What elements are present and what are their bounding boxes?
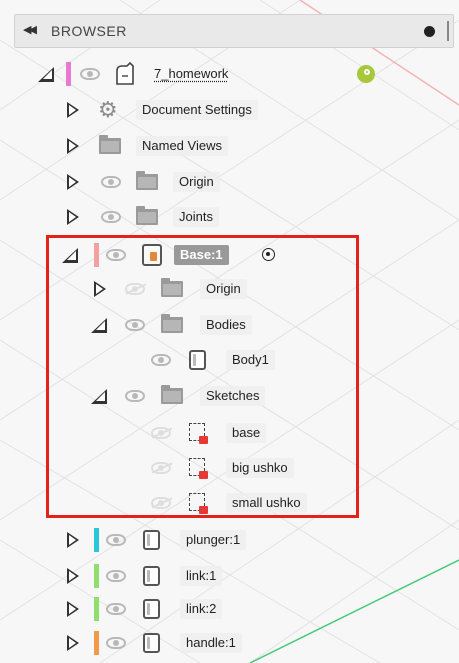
visibility-eye-icon[interactable] [101,176,121,188]
tree-item-document-settings[interactable]: ⚙ Document Settings [0,95,459,125]
tree-item-body1[interactable]: Body1 [0,345,459,375]
component-color-tag [94,564,99,588]
tree-item-label: handle:1 [180,633,242,653]
tree-item-label: Sketches [200,386,266,406]
visibility-eye-icon[interactable] [106,637,126,649]
visibility-hidden-icon[interactable] [151,427,171,439]
tree-item-plunger[interactable]: plunger:1 [0,525,459,555]
tree-item-root[interactable]: 7_homework [0,59,459,89]
body-icon [143,633,160,653]
expand-toggle-icon[interactable] [91,318,107,333]
resize-handle[interactable] [447,21,449,41]
collapse-toggle-icon[interactable] [67,209,79,225]
folder-icon [161,385,183,404]
tree-item-label: plunger:1 [180,530,247,550]
tree-item-origin[interactable]: Origin [0,167,459,197]
body-icon [143,530,160,550]
gear-icon: ⚙ [98,97,118,122]
browser-header: ◀◀ BROWSER [14,14,454,48]
folder-icon [161,278,183,297]
browser-panel: ◀◀ BROWSER 7_homework ⚙ Document Setting… [0,0,459,663]
tree-item-label: Joints [173,207,219,227]
component-icon [142,244,162,266]
tree-item-label: big ushko [226,458,294,478]
tree-item-label: Bodies [200,315,252,335]
sketch-icon [189,493,208,514]
visibility-hidden-icon[interactable] [125,283,145,295]
tree-item-label: Origin [200,279,247,299]
tree-item-label: small ushko [226,493,307,513]
tree-item-base[interactable]: Base:1 [0,240,459,270]
tree-item-label: Document Settings [136,100,258,120]
collapse-toggle-icon[interactable] [67,635,79,651]
tree-item-label: link:2 [180,599,223,619]
expand-toggle-icon[interactable] [62,248,78,263]
tree-item-joints[interactable]: Joints [0,202,459,232]
tree-item-label: Origin [173,172,220,192]
tree-item-link-1[interactable]: link:1 [0,561,459,591]
expand-toggle-icon[interactable] [38,67,54,82]
visibility-eye-icon[interactable] [125,390,145,402]
body-icon [143,566,160,586]
visibility-eye-icon[interactable] [151,354,171,366]
collapse-toggle-icon[interactable] [67,138,79,154]
body-icon [189,350,206,370]
sketch-icon [189,423,208,444]
tree-item-sketch-big-ushko[interactable]: big ushko [0,453,459,483]
visibility-eye-icon[interactable] [106,249,126,261]
visibility-eye-icon[interactable] [125,319,145,331]
component-color-tag [66,62,71,86]
body-icon [143,599,160,619]
tree-item-handle[interactable]: handle:1 [0,628,459,658]
component-color-tag [94,597,99,621]
folder-icon [99,135,121,154]
collapse-toggle-icon[interactable] [67,601,79,617]
document-icon [116,62,134,85]
tree-item-sketch-base[interactable]: base [0,418,459,448]
visibility-eye-icon[interactable] [106,534,126,546]
collapse-toggle-icon[interactable] [67,568,79,584]
activate-radio-icon[interactable] [262,248,275,261]
tree-item-label: Base:1 [174,245,229,265]
component-color-tag [94,243,99,267]
collapse-toggle-icon[interactable] [67,532,79,548]
visibility-hidden-icon[interactable] [151,462,171,474]
folder-icon [161,314,183,333]
tree-item-sketch-small-ushko[interactable]: small ushko [0,488,459,518]
collapse-panel-icon[interactable]: ◀◀ [23,23,37,36]
collapse-toggle-icon[interactable] [67,174,79,190]
tree-item-label: base [226,423,267,443]
component-color-tag [94,631,99,655]
component-color-tag [94,528,99,552]
tree-item-base-origin[interactable]: Origin [0,274,459,304]
folder-icon [136,171,158,190]
tree-item-named-views[interactable]: Named Views [0,131,459,161]
browser-title: BROWSER [51,23,127,39]
collapse-toggle-icon[interactable] [94,281,106,297]
tree-item-bodies[interactable]: Bodies [0,310,459,340]
tree-item-label: Body1 [226,350,275,370]
tree-item-label: link:1 [180,566,223,586]
tree-item-link-2[interactable]: link:2 [0,594,459,624]
pin-icon[interactable] [424,26,435,37]
visibility-eye-icon[interactable] [106,603,126,615]
expand-toggle-icon[interactable] [91,389,107,404]
sketch-icon [189,458,208,479]
collapse-toggle-icon[interactable] [67,102,79,118]
visibility-hidden-icon[interactable] [151,497,171,509]
visibility-eye-icon[interactable] [106,570,126,582]
version-badge-icon[interactable] [357,65,375,83]
visibility-eye-icon[interactable] [80,68,100,80]
folder-icon [136,206,158,225]
visibility-eye-icon[interactable] [101,211,121,223]
tree-item-label: 7_homework [154,66,229,81]
tree-item-sketches[interactable]: Sketches [0,381,459,411]
tree-item-label: Named Views [136,136,228,156]
